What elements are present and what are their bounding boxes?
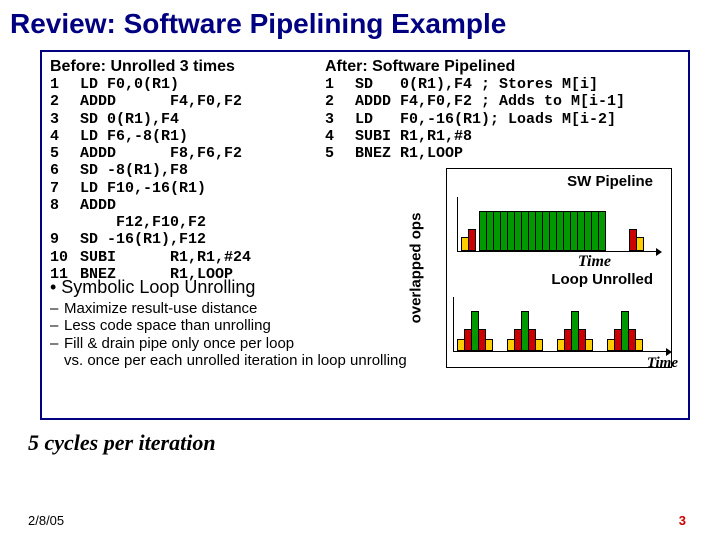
footer: 2/8/05 3 (0, 513, 720, 528)
before-column: Before: Unrolled 3 times 1LD F0,0(R1)2AD… (50, 58, 325, 283)
after-code: 1SD 0(R1),F4 ; Stores M[i]2ADDD F4,F0,F2… (325, 76, 680, 162)
loop-unrolled-label: Loop Unrolled (551, 271, 653, 288)
page-title: Review: Software Pipelining Example (0, 0, 720, 46)
sw-pipeline-bars (457, 197, 657, 252)
chart-area: overlapped ops SW Pipeline (422, 168, 672, 368)
content-box: Before: Unrolled 3 times 1LD F0,0(R1)2AD… (40, 50, 690, 420)
time-label-1: Time (578, 253, 611, 271)
after-column: After: Software Pipelined 1SD 0(R1),F4 ;… (325, 58, 680, 283)
loop-unrolled-bars (453, 297, 667, 352)
footer-page: 3 (679, 513, 686, 528)
before-code: 1LD F0,0(R1)2ADDD F4,F0,F23SD 0(R1),F44L… (50, 76, 325, 283)
before-header: Before: Unrolled 3 times (50, 58, 325, 76)
footer-date: 2/8/05 (28, 513, 64, 528)
five-cycles: 5 cycles per iteration (28, 430, 720, 456)
after-header: After: Software Pipelined (325, 58, 680, 76)
chart-ylabel: overlapped ops (408, 213, 425, 324)
arrow-right-icon (656, 248, 662, 256)
chart-box: SW Pipeline (446, 168, 672, 368)
sw-pipeline-label: SW Pipeline (567, 173, 653, 190)
time-label-2: Time (647, 355, 678, 372)
